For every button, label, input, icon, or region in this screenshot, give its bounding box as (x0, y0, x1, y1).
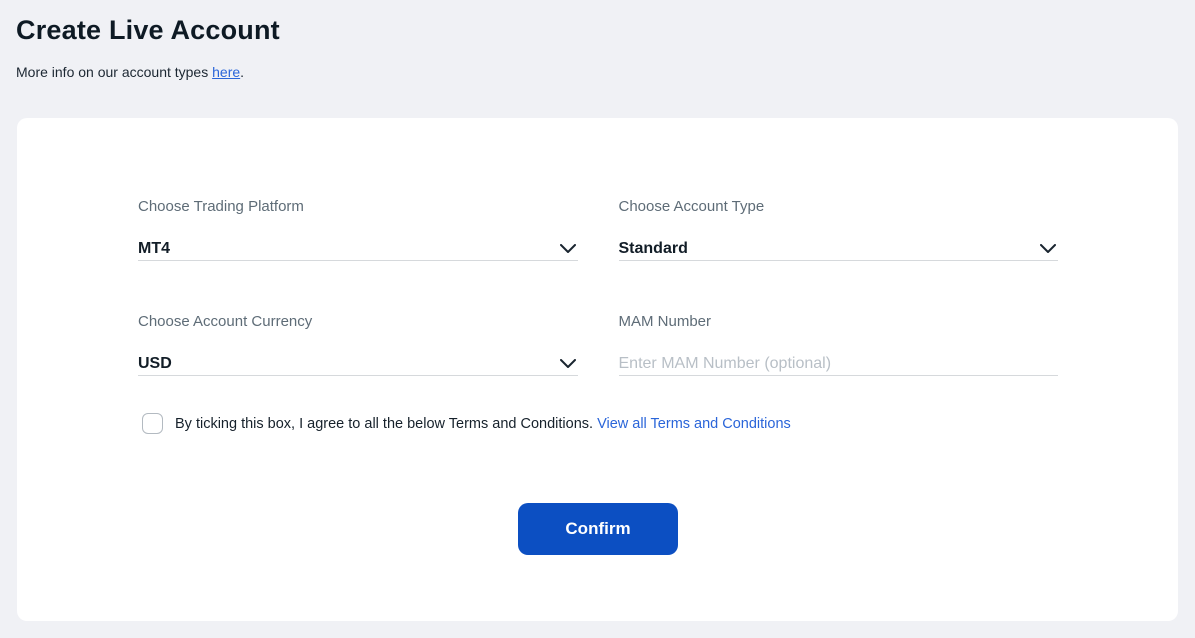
terms-agreement-row: By ticking this box, I agree to all the … (142, 413, 1058, 434)
mam-number-control (619, 352, 1059, 376)
page-header: Create Live Account More info on our acc… (0, 0, 1195, 81)
field-trading-platform: Choose Trading Platform MT4 (138, 198, 578, 261)
chevron-down-icon (560, 359, 576, 369)
view-terms-link[interactable]: View all Terms and Conditions (597, 416, 791, 432)
mam-number-label: MAM Number (619, 313, 1059, 331)
trading-platform-value: MT4 (138, 239, 170, 259)
page-title: Create Live Account (16, 14, 1195, 46)
subtitle-suffix: . (240, 64, 244, 80)
account-currency-value: USD (138, 354, 172, 374)
chevron-down-icon (1040, 244, 1056, 254)
button-row: Confirm (138, 503, 1058, 555)
trading-platform-label: Choose Trading Platform (138, 198, 578, 216)
account-currency-label: Choose Account Currency (138, 313, 578, 331)
account-type-select[interactable]: Standard (619, 237, 1059, 261)
terms-agreement-text: By ticking this box, I agree to all the … (175, 416, 791, 432)
subtitle-text: More info on our account types (16, 64, 208, 80)
account-form: Choose Trading Platform MT4 Choose Accou… (138, 198, 1058, 376)
field-mam-number: MAM Number (619, 313, 1059, 376)
mam-number-input[interactable] (619, 355, 1059, 373)
account-types-here-link[interactable]: here (212, 64, 240, 80)
field-account-type: Choose Account Type Standard (619, 198, 1059, 261)
confirm-button[interactable]: Confirm (518, 503, 678, 555)
page-subtitle: More info on our account types here. (16, 64, 1195, 81)
field-account-currency: Choose Account Currency USD (138, 313, 578, 376)
agreement-statement: By ticking this box, I agree to all the … (175, 416, 593, 432)
account-type-label: Choose Account Type (619, 198, 1059, 216)
account-currency-select[interactable]: USD (138, 352, 578, 376)
account-type-value: Standard (619, 239, 688, 259)
trading-platform-select[interactable]: MT4 (138, 237, 578, 261)
chevron-down-icon (560, 244, 576, 254)
create-account-card: Choose Trading Platform MT4 Choose Accou… (17, 118, 1178, 621)
terms-checkbox[interactable] (142, 413, 163, 434)
